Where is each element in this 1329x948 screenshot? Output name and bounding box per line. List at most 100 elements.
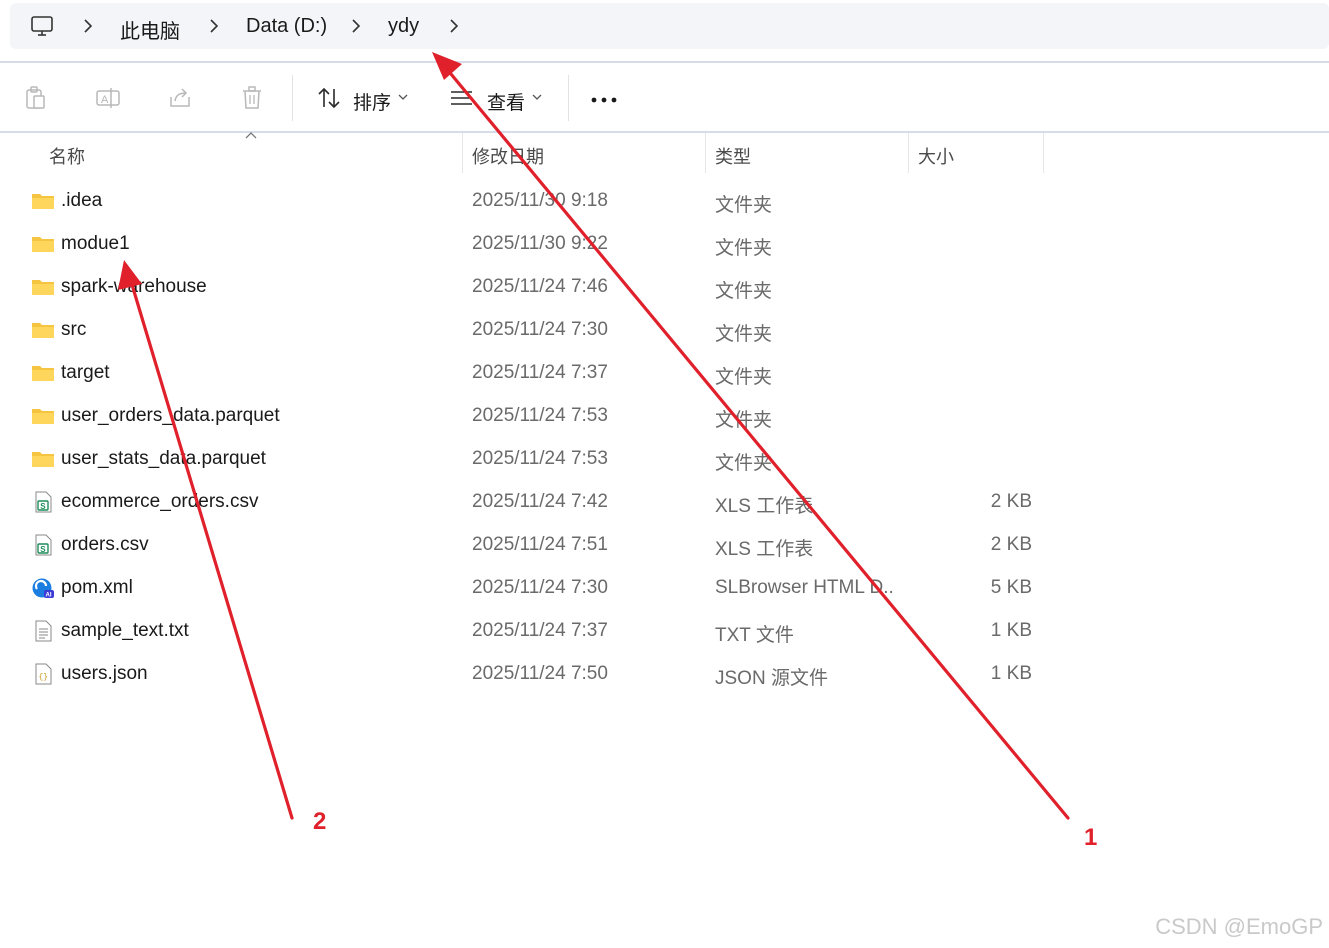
column-resize-handle[interactable] xyxy=(462,133,463,173)
file-date: 2025/11/24 7:42 xyxy=(472,491,608,512)
breadcrumb-item-ydy[interactable]: ydy xyxy=(388,15,419,38)
folder-icon xyxy=(31,233,55,255)
folder-icon xyxy=(31,448,55,470)
folder-icon xyxy=(31,190,55,212)
file-date: 2025/11/24 7:30 xyxy=(472,577,608,598)
file-type: 文件夹 xyxy=(715,238,773,259)
file-date: 2025/11/24 7:51 xyxy=(472,534,608,555)
more-icon[interactable] xyxy=(591,97,619,103)
breadcrumb-item-this-pc[interactable]: 此电脑 xyxy=(120,15,180,44)
file-name[interactable]: target xyxy=(61,362,110,384)
sort-button[interactable]: 排序 xyxy=(353,88,391,115)
rename-icon[interactable]: A xyxy=(95,85,121,111)
file-name[interactable]: .idea xyxy=(61,190,102,212)
file-date: 2025/11/24 7:37 xyxy=(472,620,608,641)
file-row[interactable]: AI pom.xml 2025/11/24 7:30 SLBrowser HTML D… xyxy=(0,567,1329,610)
file-date: 2025/11/24 7:53 xyxy=(472,405,608,426)
file-row[interactable]: modue1 2025/11/30 9:22 文件夹 xyxy=(0,223,1329,266)
file-row[interactable]: user_orders_data.parquet 2025/11/24 7:53 文… xyxy=(0,395,1329,438)
file-name[interactable]: user_orders_data.parquet xyxy=(61,405,280,427)
file-date: 2025/11/24 7:50 xyxy=(472,663,608,684)
file-size: 2 KB xyxy=(990,491,1032,512)
file-size: 1 KB xyxy=(990,663,1032,684)
paste-icon[interactable] xyxy=(23,85,49,111)
spreadsheet-icon: S xyxy=(31,491,55,513)
file-type: TXT 文件 xyxy=(715,625,794,646)
column-header-name[interactable]: 名称 xyxy=(49,143,85,169)
file-size: 5 KB xyxy=(990,577,1032,598)
column-resize-handle[interactable] xyxy=(1043,133,1044,173)
column-resize-handle[interactable] xyxy=(908,133,909,173)
file-row[interactable]: {} users.json 2025/11/24 7:50 JSON 源文件 1 KB xyxy=(0,653,1329,696)
file-name[interactable]: sample_text.txt xyxy=(61,620,189,642)
file-name[interactable]: orders.csv xyxy=(61,534,149,556)
file-row[interactable]: Sorders.csv 2025/11/24 7:51 XLS 工作表 2 KB xyxy=(0,524,1329,567)
file-list: .idea 2025/11/30 9:18 文件夹 modue1 2025/11/30 … xyxy=(0,180,1329,696)
file-type: 文件夹 xyxy=(715,281,773,302)
file-row[interactable]: src 2025/11/24 7:30 文件夹 xyxy=(0,309,1329,352)
computer-icon[interactable] xyxy=(30,14,54,38)
file-date: 2025/11/30 9:22 xyxy=(472,233,608,254)
svg-text:A: A xyxy=(101,94,109,106)
file-type: 文件夹 xyxy=(715,195,773,216)
file-type: JSON 源文件 xyxy=(715,668,828,689)
chevron-right-icon[interactable] xyxy=(448,18,460,34)
file-date: 2025/11/24 7:53 xyxy=(472,448,608,469)
view-icon[interactable] xyxy=(450,85,476,111)
command-bar: A 排序 查看 xyxy=(0,63,1329,131)
file-row[interactable]: sample_text.txt 2025/11/24 7:37 TXT 文件 1 KB xyxy=(0,610,1329,653)
file-row[interactable]: .idea 2025/11/30 9:18 文件夹 xyxy=(0,180,1329,223)
column-header-type[interactable]: 类型 xyxy=(715,143,751,169)
address-bar[interactable]: 此电脑 Data (D:) ydy xyxy=(10,3,1329,49)
toolbar-separator xyxy=(568,75,569,121)
column-header-row: 名称 修改日期 类型 大小 xyxy=(0,133,1329,173)
chevron-down-icon[interactable] xyxy=(532,94,542,101)
svg-text:S: S xyxy=(40,502,46,511)
file-name[interactable]: users.json xyxy=(61,663,148,685)
spreadsheet-icon: S xyxy=(31,534,55,556)
file-size: 2 KB xyxy=(990,534,1032,555)
file-name[interactable]: ecommerce_orders.csv xyxy=(61,491,258,513)
column-header-size[interactable]: 大小 xyxy=(918,143,954,169)
file-name[interactable]: pom.xml xyxy=(61,577,133,599)
file-date: 2025/11/24 7:37 xyxy=(472,362,608,383)
sort-icon[interactable] xyxy=(316,85,342,111)
file-name[interactable]: spark-warehouse xyxy=(61,276,207,298)
file-name[interactable]: user_stats_data.parquet xyxy=(61,448,266,470)
file-size: 1 KB xyxy=(990,620,1032,641)
file-date: 2025/11/30 9:18 xyxy=(472,190,608,211)
delete-icon[interactable] xyxy=(239,85,265,111)
chevron-right-icon[interactable] xyxy=(350,18,362,34)
column-header-date[interactable]: 修改日期 xyxy=(472,143,544,169)
json-file-icon: {} xyxy=(31,663,55,685)
file-row[interactable]: user_stats_data.parquet 2025/11/24 7:53 文件… xyxy=(0,438,1329,481)
file-type: 文件夹 xyxy=(715,324,773,345)
toolbar-separator xyxy=(292,75,293,121)
file-type: XLS 工作表 xyxy=(715,496,814,517)
watermark: CSDN @EmoGP xyxy=(1155,914,1323,939)
file-row[interactable]: spark-warehouse 2025/11/24 7:46 文件夹 xyxy=(0,266,1329,309)
annotation-label-1: 1 xyxy=(1084,824,1098,851)
annotation-label-2: 2 xyxy=(313,808,327,835)
file-type: 文件夹 xyxy=(715,367,773,388)
file-type: XLS 工作表 xyxy=(715,539,814,560)
file-name[interactable]: modue1 xyxy=(61,233,130,255)
browser-icon: AI xyxy=(31,577,55,599)
chevron-down-icon[interactable] xyxy=(398,94,408,101)
view-button[interactable]: 查看 xyxy=(487,88,525,115)
file-date: 2025/11/24 7:30 xyxy=(472,319,608,340)
column-resize-handle[interactable] xyxy=(705,133,706,173)
file-row[interactable]: target 2025/11/24 7:37 文件夹 xyxy=(0,352,1329,395)
folder-icon xyxy=(31,319,55,341)
file-type: 文件夹 xyxy=(715,410,773,431)
svg-text:AI: AI xyxy=(46,593,52,599)
file-row[interactable]: Secommerce_orders.csv 2025/11/24 7:42 XLS … xyxy=(0,481,1329,524)
text-file-icon xyxy=(31,620,55,642)
breadcrumb-item-data-drive[interactable]: Data (D:) xyxy=(246,15,327,38)
folder-icon xyxy=(31,405,55,427)
chevron-right-icon[interactable] xyxy=(208,18,220,34)
share-icon[interactable] xyxy=(167,85,193,111)
chevron-right-icon[interactable] xyxy=(82,18,94,34)
folder-icon xyxy=(31,276,55,298)
file-name[interactable]: src xyxy=(61,319,86,341)
